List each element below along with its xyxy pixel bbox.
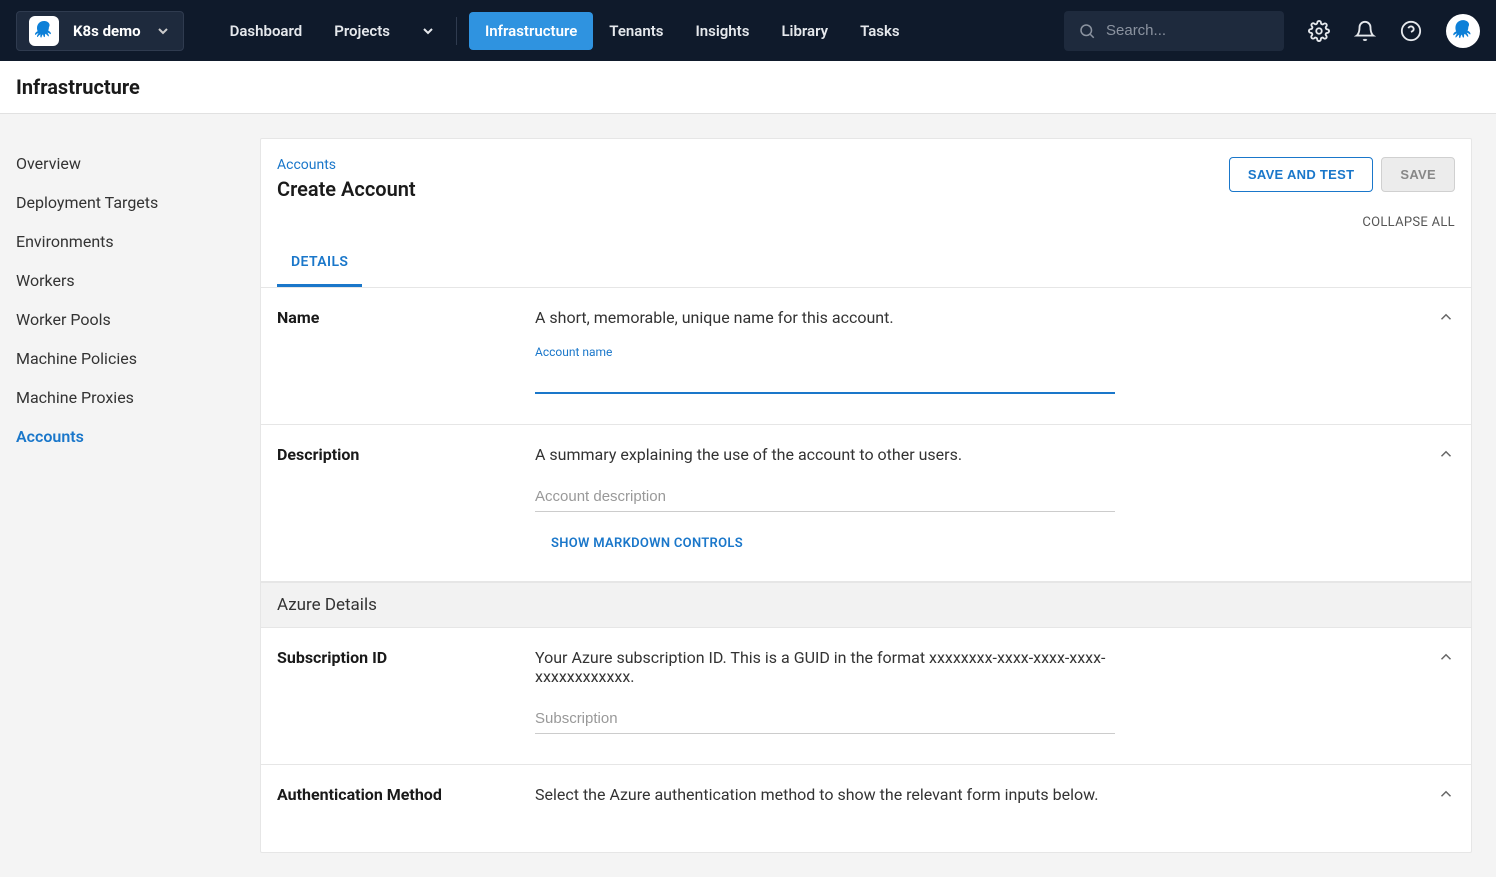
chevron-up-icon[interactable] (1437, 445, 1455, 463)
sidebar-item-deployment-targets[interactable]: Deployment Targets (16, 183, 260, 222)
nav-projects[interactable]: Projects (318, 12, 406, 50)
nav-insights[interactable]: Insights (679, 12, 765, 50)
top-navigation: K8s demo Dashboard Projects Infrastructu… (0, 0, 1496, 61)
chevron-up-icon[interactable] (1437, 308, 1455, 326)
nav-tasks[interactable]: Tasks (844, 12, 916, 50)
account-name-input[interactable] (535, 363, 1115, 394)
search-icon (1078, 22, 1096, 40)
space-selector[interactable]: K8s demo (16, 11, 184, 51)
account-name-field-label: Account name (535, 345, 1175, 359)
row-description: Description A summary explaining the use… (261, 425, 1471, 582)
chevron-up-icon[interactable] (1437, 785, 1455, 803)
sidebar-item-accounts[interactable]: Accounts (16, 417, 260, 456)
row-subscription-label: Subscription ID (277, 648, 535, 734)
sidebar-item-overview[interactable]: Overview (16, 144, 260, 183)
primary-nav: Dashboard Projects Infrastructure Tenant… (214, 12, 916, 50)
tabs: DETAILS (261, 240, 1471, 288)
nav-divider (456, 17, 457, 45)
row-auth-desc: Select the Azure authentication method t… (535, 785, 1175, 804)
octopus-logo (29, 16, 59, 46)
nav-library[interactable]: Library (765, 12, 844, 50)
help-icon[interactable] (1400, 20, 1422, 42)
account-description-input[interactable] (535, 482, 1115, 512)
form-card: Accounts Create Account SAVE AND TEST SA… (260, 138, 1472, 853)
row-name: Name A short, memorable, unique name for… (261, 288, 1471, 425)
sidebar: Overview Deployment Targets Environments… (0, 114, 260, 877)
chevron-up-icon[interactable] (1437, 648, 1455, 666)
global-search[interactable] (1064, 11, 1284, 51)
chevron-down-icon[interactable] (412, 15, 444, 47)
row-description-label: Description (277, 445, 535, 551)
show-markdown-controls-link[interactable]: SHOW MARKDOWN CONTROLS (535, 536, 743, 551)
row-subscription-desc: Your Azure subscription ID. This is a GU… (535, 648, 1175, 686)
tab-details[interactable]: DETAILS (277, 240, 362, 287)
nav-dashboard[interactable]: Dashboard (214, 12, 319, 50)
sidebar-item-workers[interactable]: Workers (16, 261, 260, 300)
row-name-desc: A short, memorable, unique name for this… (535, 308, 1175, 327)
sidebar-item-machine-policies[interactable]: Machine Policies (16, 339, 260, 378)
row-auth-label: Authentication Method (277, 785, 535, 822)
save-and-test-button[interactable]: SAVE AND TEST (1229, 157, 1373, 192)
section-title: Create Account (277, 177, 416, 201)
page-header: Infrastructure (0, 61, 1496, 114)
azure-details-header: Azure Details (261, 582, 1471, 628)
nav-tenants[interactable]: Tenants (593, 12, 679, 50)
save-button[interactable]: SAVE (1381, 157, 1455, 192)
sidebar-item-worker-pools[interactable]: Worker Pools (16, 300, 260, 339)
nav-infrastructure[interactable]: Infrastructure (469, 12, 593, 50)
chevron-down-icon (155, 23, 171, 39)
row-auth-method: Authentication Method Select the Azure a… (261, 765, 1471, 852)
sidebar-item-environments[interactable]: Environments (16, 222, 260, 261)
row-subscription: Subscription ID Your Azure subscription … (261, 628, 1471, 765)
search-input[interactable] (1106, 22, 1270, 39)
collapse-all-link[interactable]: COLLAPSE ALL (261, 209, 1471, 240)
gear-icon[interactable] (1308, 20, 1330, 42)
row-name-label: Name (277, 308, 535, 394)
bell-icon[interactable] (1354, 20, 1376, 42)
user-avatar[interactable] (1446, 14, 1480, 48)
subscription-input[interactable] (535, 704, 1115, 734)
space-name: K8s demo (73, 22, 141, 40)
sidebar-item-machine-proxies[interactable]: Machine Proxies (16, 378, 260, 417)
page-title: Infrastructure (16, 75, 1480, 99)
breadcrumb[interactable]: Accounts (277, 157, 416, 173)
row-description-desc: A summary explaining the use of the acco… (535, 445, 1175, 464)
